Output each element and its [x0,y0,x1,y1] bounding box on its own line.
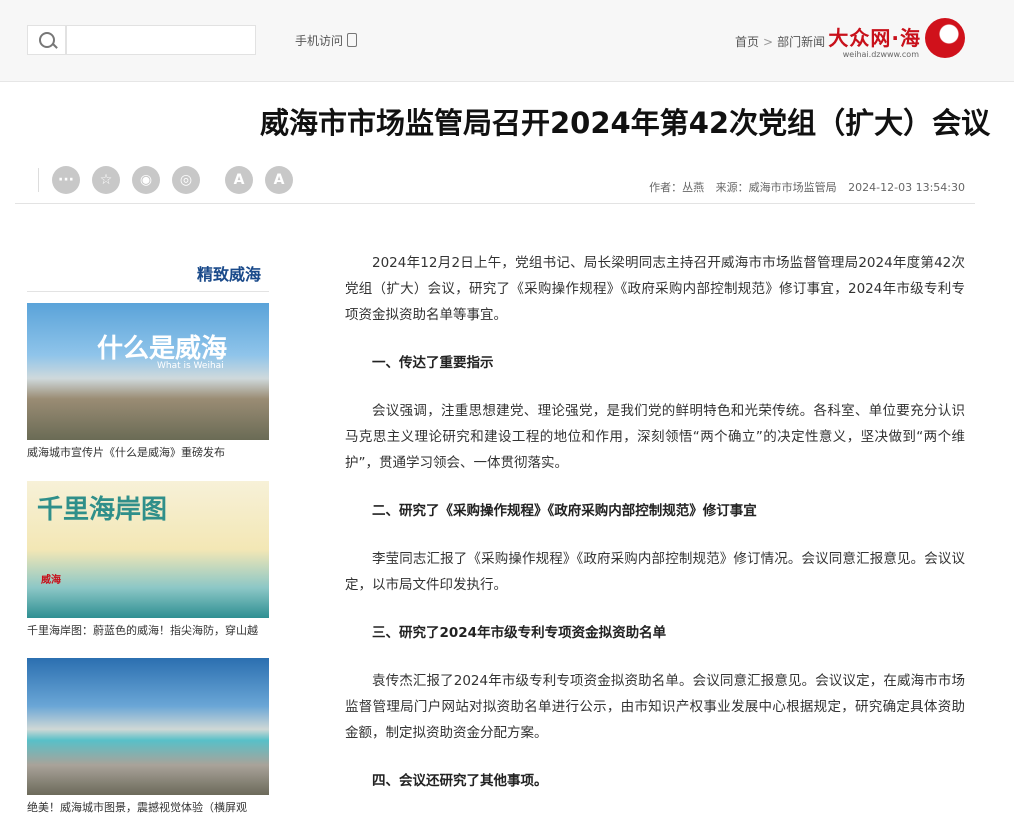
weibo-share-icon[interactable]: ◉ [132,166,160,194]
card-caption[interactable]: 绝美！威海城市图景，震撼视觉体验（横屏观 [27,798,269,818]
breadcrumb-section[interactable]: 部门新闻 [777,35,825,49]
logo-text: 大众网·海 [828,26,921,50]
top-bar: 大众网·海 weihai.dzwww.com 首页 > 部门新闻 手机访问 [0,0,1014,82]
sidebar-card[interactable]: 绝美！威海城市图景，震撼视觉体验（横屏观 [27,658,269,818]
site-logo[interactable]: 大众网·海 weihai.dzwww.com [828,18,965,64]
search-icon-handle [52,43,58,49]
search-button[interactable] [27,25,66,55]
aerial-city-image[interactable] [27,658,269,795]
search-input[interactable] [66,25,256,55]
article-paragraph: 会议强调，注重思想建党、理论强党，是我们党的鲜明特色和光荣传统。各科室、单位要充… [345,403,965,471]
city-skyline-image[interactable]: 什么是威海 What is Weihai [27,303,269,440]
toolbar-divider [38,168,39,192]
sidebar-card[interactable]: 千里海岸图 威海 千里海岸图：蔚蓝色的威海！指尖海防，穿山越 [27,481,269,641]
image-subtitle-text: What is Weihai [157,361,224,371]
header-divider [15,203,975,204]
more-options-icon[interactable]: ··· [52,166,80,194]
mobile-access-label: 手机访问 [295,34,344,48]
section-heading: 三、研究了2024年市级专利专项资金拟资助名单 [372,625,667,641]
article-paragraph: 2024年12月2日上午，党组书记、局长梁明同志主持召开威海市市场监督管理局20… [345,255,965,323]
article-source: 来源：威海市市场监管局 [715,181,837,194]
section-heading: 二、研究了《采购操作规程》《政府采购内部控制规范》修订事宜 [372,503,757,519]
breadcrumb-home[interactable]: 首页 [735,35,759,49]
article-meta: 作者：丛燕 来源：威海市市场监管局 2024-12-03 13:54:30 [560,179,965,195]
font-increase-button[interactable]: A [225,166,253,194]
section-heading: 一、传达了重要指示 [372,355,494,371]
article-body: 2024年12月2日上午，党组书记、局长梁明同志主持召开威海市市场监督管理局20… [345,250,965,794]
article-paragraph: 李莹同志汇报了《采购操作规程》《政府采购内部控制规范》修订情况。会议同意汇报意见… [345,551,965,593]
logo-subtext: weihai.dzwww.com [842,50,919,59]
coastline-illustration-image[interactable]: 千里海岸图 威海 [27,481,269,618]
sidebar-title: 精致威海 [197,265,262,284]
article-title: 威海市市场监管局召开2024年第42次党组（扩大）会议 [260,106,991,140]
card-caption[interactable]: 威海城市宣传片《什么是威海》重磅发布 [27,443,269,463]
breadcrumb: 首页 > 部门新闻 [735,33,825,50]
image-subtitle-text: 威海 [41,575,61,586]
image-title-text: 千里海岸图 [37,495,168,525]
breadcrumb-separator: > [763,35,774,49]
favorite-star-icon[interactable]: ☆ [92,166,120,194]
card-caption[interactable]: 千里海岸图：蔚蓝色的威海！指尖海防，穿山越 [27,621,269,641]
section-heading: 四、会议还研究了其他事项。 [372,773,548,789]
logo-mark-icon [925,18,965,58]
phone-icon [347,33,358,47]
wechat-share-icon[interactable]: ◎ [172,166,200,194]
font-decrease-button[interactable]: A [265,166,293,194]
article-author: 作者：丛燕 [649,181,705,194]
article-date: 2024-12-03 13:54:30 [848,181,965,194]
sidebar-divider [27,291,269,292]
mobile-access-link[interactable]: 手机访问 [295,32,358,49]
sidebar-card[interactable]: 什么是威海 What is Weihai 威海城市宣传片《什么是威海》重磅发布 [27,303,269,463]
article-paragraph: 袁传杰汇报了2024年市级专利专项资金拟资助名单。会议同意汇报意见。会议议定，在… [345,673,965,741]
image-title-text: 什么是威海 [97,334,228,364]
